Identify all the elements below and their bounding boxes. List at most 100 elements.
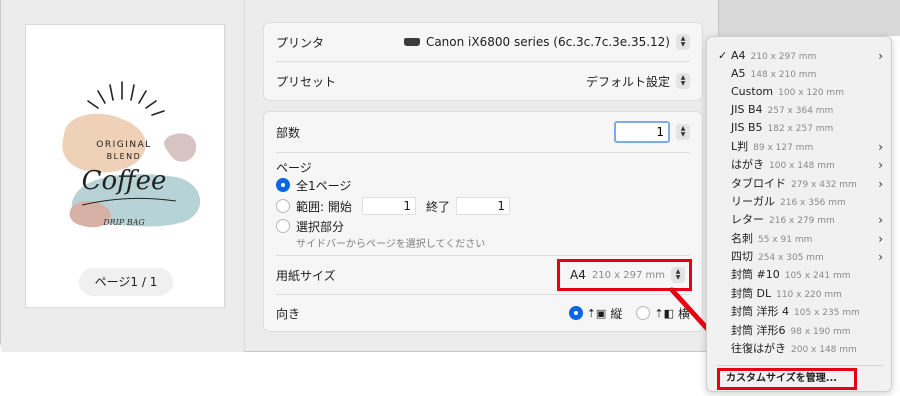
paper-size-popup[interactable]: A4 210 x 297 mm ▲ ▼ [557, 259, 692, 291]
portrait-icon: ⇡▣ [586, 306, 607, 320]
menu-item-dims: 216 x 356 mm [780, 198, 846, 208]
pages-selection-label: 選択部分 [296, 219, 345, 234]
orientation-row: 向き ⇡▣ 縦 ⇡◧ 横 [264, 295, 702, 331]
menu-item-envelope-dl[interactable]: 封筒 DL 110 x 220 mm [707, 285, 893, 303]
copies-stepper[interactable]: ▲ ▼ [676, 124, 690, 140]
menu-item-name: 往復はがき [731, 342, 786, 355]
chevron-right-icon: › [878, 140, 883, 154]
menu-item-name: 四切 [731, 250, 753, 263]
pages-all-radio[interactable] [276, 178, 290, 192]
menu-item-dims: 89 x 127 mm [753, 143, 814, 153]
print-dialog: ORIGINAL BLEND Coffee DRIP BAG ページ1 / 1 … [0, 0, 720, 352]
menu-item-name: JIS B4 [731, 103, 763, 116]
menu-item-envelope-you4[interactable]: 封筒 洋形 4 105 x 235 mm [707, 303, 893, 321]
popup-arrows-icon: ▲ ▼ [676, 34, 690, 50]
chevron-right-icon: › [878, 213, 883, 227]
menu-item-hagaki[interactable]: はがき 100 x 148 mm › [707, 156, 893, 174]
menu-separator [717, 365, 883, 366]
menu-item-dims: 100 x 148 mm [769, 161, 835, 171]
pages-selection-option[interactable]: 選択部分 [276, 217, 690, 235]
pages-selection-radio[interactable] [276, 219, 290, 233]
menu-item-name: リーガル [731, 195, 775, 208]
menu-item-letter[interactable]: レター 216 x 279 mm › [707, 211, 893, 229]
menu-item-name: タブロイド [731, 177, 786, 190]
menu-item-dims: 279 x 432 mm [791, 180, 857, 190]
options-group: 部数 ▲▼ ページ 全1ページ 範囲: 開始 1 終了 1 [263, 111, 703, 332]
artwork-line4: DRIP BAG [102, 218, 145, 227]
copies-input[interactable] [614, 121, 670, 143]
menu-item-dims: 182 x 257 mm [767, 124, 834, 134]
portrait-label: 縦 [610, 306, 623, 321]
sunburst-lines [87, 81, 165, 116]
pages-range-radio[interactable] [276, 199, 290, 213]
pages-range-option[interactable]: 範囲: 開始 1 終了 1 [276, 195, 690, 217]
copies-row: 部数 ▲▼ [264, 112, 702, 152]
menu-item-name: レター [731, 213, 764, 226]
chevron-right-icon: › [878, 250, 883, 264]
menu-item-name: 名刺 [731, 232, 753, 245]
page-indicator: ページ1 / 1 [79, 268, 173, 296]
chevron-right-icon: › [878, 158, 883, 172]
menu-item-name: A5 [731, 67, 746, 80]
menu-item-business-card[interactable]: 名刺 55 x 91 mm › [707, 230, 893, 248]
menu-item-name: 封筒 洋形 4 [731, 305, 789, 318]
menu-item-tabloid[interactable]: タブロイド 279 x 432 mm › [707, 175, 893, 193]
pages-label: ページ [276, 161, 312, 175]
printer-row[interactable]: プリンタ Canon iX6800 series (6c.3c.7c.3e.35… [264, 23, 702, 61]
menu-item-dims: 200 x 148 mm [791, 345, 857, 355]
menu-item-a4[interactable]: ✓ A4 210 x 297 mm › [707, 47, 893, 65]
paper-size-name: A4 [570, 268, 586, 282]
background-window-edge [718, 0, 900, 36]
landscape-radio[interactable] [636, 306, 651, 320]
page-preview[interactable]: ORIGINAL BLEND Coffee DRIP BAG [25, 24, 225, 308]
menu-item-oufuku-hagaki[interactable]: 往復はがき 200 x 148 mm [707, 340, 893, 358]
menu-item-name: Custom [731, 85, 774, 98]
menu-item-custom[interactable]: Custom 100 x 120 mm [707, 83, 893, 101]
menu-item-legal[interactable]: リーガル 216 x 356 mm [707, 193, 893, 211]
mauve-blob [164, 133, 197, 162]
artwork-line2: BLEND [107, 152, 142, 161]
menu-item-dims: 254 x 305 mm [758, 253, 824, 263]
range-end-label: 終了 [426, 199, 451, 214]
copies-label: 部数 [276, 125, 301, 140]
pages-all-option[interactable]: 全1ページ [276, 175, 690, 195]
menu-item-dims: 55 x 91 mm [758, 235, 813, 245]
menu-item-jis-b5[interactable]: JIS B5 182 x 257 mm [707, 119, 893, 137]
menu-item-dims: 98 x 190 mm [790, 327, 851, 337]
chevron-right-icon: › [878, 49, 883, 63]
chevron-right-icon: › [878, 177, 883, 191]
menu-item-name: 封筒 DL [731, 287, 772, 300]
menu-item-dims: 105 x 241 mm [784, 271, 851, 281]
menu-item-dims: 148 x 210 mm [750, 70, 817, 80]
landscape-label: 横 [677, 306, 690, 321]
range-start-input[interactable]: 1 [362, 197, 416, 215]
preset-label: プリセット [276, 74, 337, 89]
printer-label: プリンタ [276, 35, 325, 50]
menu-item-name: はがき [731, 158, 764, 171]
menu-item-l-size[interactable]: L判 89 x 127 mm › [707, 138, 893, 156]
menu-item-a5[interactable]: A5 148 x 210 mm [707, 65, 893, 83]
portrait-radio[interactable] [568, 306, 583, 320]
range-end-input[interactable]: 1 [456, 197, 511, 215]
menu-item-envelope-10[interactable]: 封筒 #10 105 x 241 mm [707, 266, 893, 284]
artwork-line3: Coffee [82, 166, 167, 196]
selection-hint: サイドバーからページを選択してください [296, 239, 486, 250]
printer-group: プリンタ Canon iX6800 series (6c.3c.7c.3e.35… [263, 22, 703, 101]
menu-item-name: L判 [731, 140, 749, 153]
popup-arrows-icon: ▲ ▼ [676, 73, 690, 89]
pages-all-label: 全1ページ [296, 178, 352, 193]
preset-row[interactable]: プリセット デフォルト設定 ▲ ▼ [264, 62, 702, 100]
pages-section: ページ 全1ページ 範囲: 開始 1 終了 1 選択部分 サイドバーからページを… [264, 153, 702, 255]
menu-item-dims: 100 x 120 mm [778, 88, 844, 98]
printer-icon [403, 38, 420, 46]
landscape-icon: ⇡◧ [654, 306, 674, 320]
pages-range-label: 範囲: 開始 [296, 199, 352, 214]
menu-item-yotsugiri[interactable]: 四切 254 x 305 mm › [707, 248, 893, 266]
manage-custom-sizes-item[interactable]: カスタムサイズを管理... [717, 368, 857, 390]
paper-size-row: 用紙サイズ A4 210 x 297 mm ▲ ▼ [264, 256, 702, 294]
menu-item-name: 封筒 洋形6 [731, 324, 786, 337]
menu-item-dims: 105 x 235 mm [794, 308, 860, 318]
preset-value: デフォルト設定 [585, 74, 670, 89]
menu-item-jis-b4[interactable]: JIS B4 257 x 364 mm [707, 101, 893, 119]
menu-item-envelope-you6[interactable]: 封筒 洋形6 98 x 190 mm [707, 322, 893, 340]
